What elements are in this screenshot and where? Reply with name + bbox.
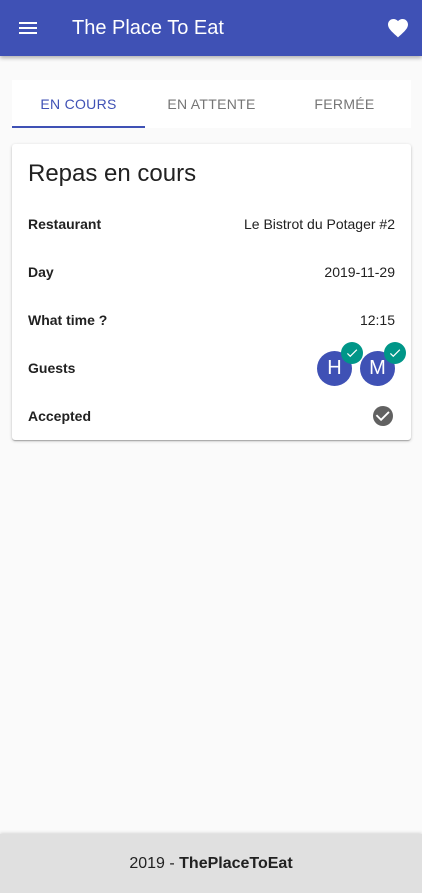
footer-brand: ThePlaceToEat <box>179 854 293 872</box>
heart-icon <box>388 19 408 38</box>
confirmed-badge <box>384 341 406 364</box>
avatar[interactable]: M <box>360 341 406 386</box>
status-tabs: En cours En attente Fermée <box>12 80 411 128</box>
app-title: The Place To Eat <box>72 16 224 39</box>
day-label: Day <box>28 264 54 280</box>
menu-button[interactable] <box>0 0 56 56</box>
avatar[interactable]: H <box>317 341 363 386</box>
day-row: Day 2019-11-29 <box>28 248 395 296</box>
accepted-label: Accepted <box>28 408 92 424</box>
app-bar: The Place To Eat <box>0 0 422 56</box>
check-icon <box>346 348 358 357</box>
accepted-row: Accepted <box>28 392 395 440</box>
footer: 2019 - ThePlaceToEat <box>0 834 422 893</box>
meal-card: Repas en cours Restaurant Le Bistrot du … <box>12 144 411 440</box>
tab-fermee[interactable]: Fermée <box>278 80 411 128</box>
tab-en-attente[interactable]: En attente <box>145 80 278 128</box>
time-label: What time ? <box>28 312 108 328</box>
card-title: Repas en cours <box>28 160 197 187</box>
footer-year: 2019 - <box>129 854 180 872</box>
time-value: 12:15 <box>359 312 395 328</box>
confirmed-badge <box>341 341 363 364</box>
time-row: What time ? 12:15 <box>28 296 395 344</box>
restaurant-value: Le Bistrot du Potager #2 <box>244 216 395 232</box>
favorite-button[interactable] <box>384 14 412 42</box>
check-circle-icon <box>373 406 393 426</box>
guests-label: Guests <box>28 360 76 376</box>
menu-icon <box>19 22 37 34</box>
restaurant-label: Restaurant <box>28 216 102 232</box>
avatar-initial: M <box>369 356 386 379</box>
avatar-initial: H <box>327 356 342 379</box>
restaurant-row: Restaurant Le Bistrot du Potager #2 <box>28 200 395 248</box>
guests-row: Guests H M <box>28 341 406 392</box>
guest-list: H M <box>317 341 406 386</box>
check-icon <box>389 348 401 357</box>
day-value: 2019-11-29 <box>324 264 395 280</box>
tab-en-cours[interactable]: En cours <box>12 80 145 128</box>
